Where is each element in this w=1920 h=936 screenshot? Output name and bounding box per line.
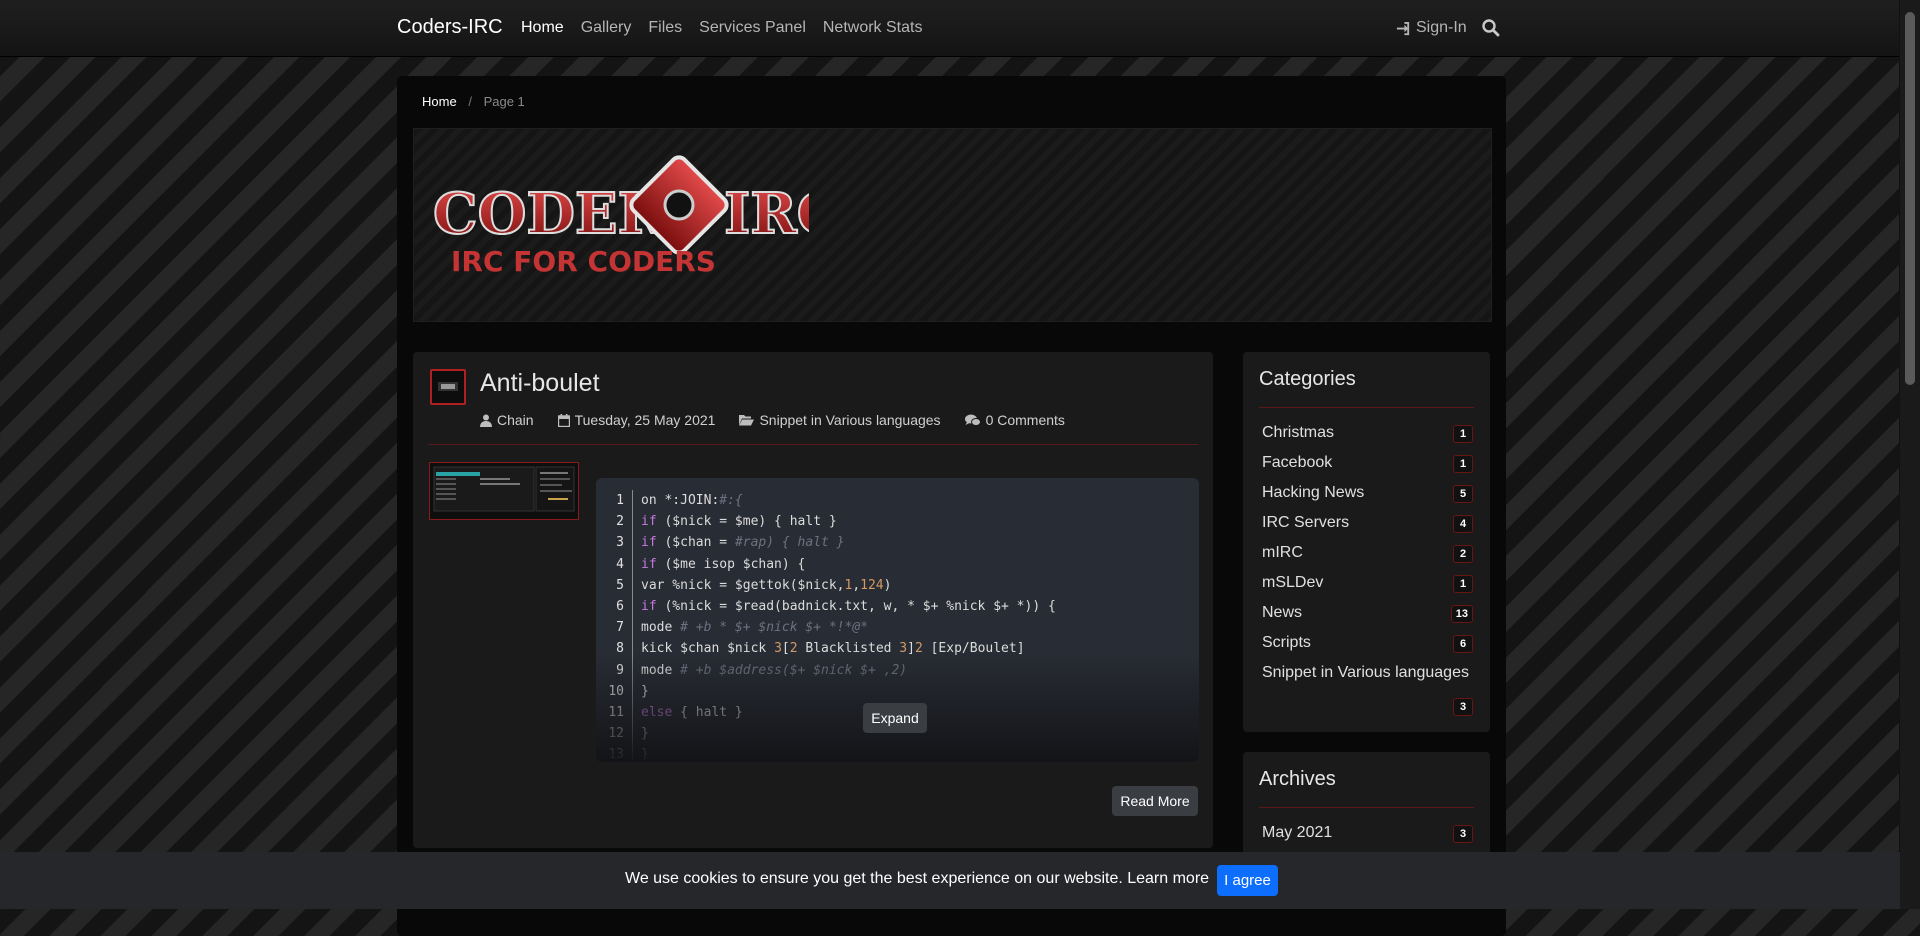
post-author[interactable]: Chain — [480, 412, 534, 428]
archive-may-2021[interactable]: May 2021 3 — [1262, 824, 1473, 854]
categories-list: Christmas 1 Facebook 1 Hacking News 5 IRC S… — [1262, 424, 1473, 716]
main-nav: Home Gallery Files Services Panel Networ… — [521, 19, 922, 37]
post-card: Anti-boulet Chain Tuesday, 25 May 2021 S… — [413, 352, 1213, 848]
categories-divider — [1259, 407, 1474, 408]
category-msldev[interactable]: mSLDev 1 — [1262, 574, 1473, 604]
post-meta: Chain Tuesday, 25 May 2021 Snippet in Va… — [480, 412, 1089, 428]
cookie-agree-button[interactable]: I agree — [1217, 865, 1278, 896]
user-icon — [480, 414, 492, 427]
post-thumbnail[interactable] — [429, 462, 579, 520]
calendar-icon — [557, 413, 570, 427]
sign-in-link[interactable]: Sign-In — [1396, 19, 1467, 37]
category-label: IRC Servers — [1262, 514, 1350, 531]
category-irc-servers[interactable]: IRC Servers 4 — [1262, 514, 1473, 544]
main-container: Home / Page 1 CODERS IRC IRC FOR CODERS — [397, 76, 1506, 936]
category-label: News — [1262, 604, 1303, 621]
category-mirc[interactable]: mIRC 2 — [1262, 544, 1473, 574]
archives-list: May 2021 3 — [1262, 824, 1473, 854]
nav-gallery[interactable]: Gallery — [581, 19, 632, 37]
breadcrumb-home[interactable]: Home — [422, 94, 457, 109]
sign-in-label: Sign-In — [1416, 19, 1467, 36]
sign-in-icon — [1396, 21, 1410, 35]
category-count-badge: 2 — [1453, 545, 1473, 563]
read-more-button[interactable]: Read More — [1112, 786, 1198, 816]
category-news[interactable]: News 13 — [1262, 604, 1473, 634]
category-count-badge: 3 — [1453, 698, 1473, 716]
cookie-consent-bar: We use cookies to ensure you get the bes… — [0, 852, 1900, 909]
avatar-image — [432, 371, 464, 403]
category-count-badge: 1 — [1453, 425, 1473, 443]
svg-text:IRC FOR CODERS: IRC FOR CODERS — [451, 245, 716, 278]
page-scrollbar[interactable] — [1899, 0, 1920, 909]
breadcrumb: Home / Page 1 — [422, 94, 525, 109]
category-count-badge: 4 — [1453, 515, 1473, 533]
archive-label: May 2021 — [1262, 824, 1333, 841]
comments-icon — [964, 414, 981, 426]
post-title[interactable]: Anti-boulet — [480, 369, 600, 398]
post-category[interactable]: Snippet in Various languages — [739, 412, 941, 428]
category-label: Facebook — [1262, 454, 1333, 471]
author-avatar[interactable] — [430, 369, 466, 405]
nav-network-stats[interactable]: Network Stats — [823, 19, 923, 37]
search-icon[interactable] — [1481, 18, 1501, 38]
post-author-name: Chain — [497, 412, 534, 428]
category-snippet-in-various-languages[interactable]: Snippet in Various languages 3 — [1262, 664, 1473, 716]
categories-card: Categories Christmas 1 Facebook 1 Hacking … — [1243, 352, 1490, 732]
cookie-text: We use cookies to ensure you get the bes… — [625, 870, 1123, 887]
thumbnail-image — [430, 463, 578, 519]
archive-count-badge: 3 — [1453, 825, 1473, 843]
scrollbar-thumb[interactable] — [1905, 12, 1915, 385]
cookie-learn-more-link[interactable]: Learn more — [1127, 870, 1209, 887]
folder-open-icon — [739, 415, 755, 426]
coders-irc-logo[interactable]: CODERS IRC IRC FOR CODERS — [429, 151, 809, 291]
post-category-label: Snippet in Various languages — [759, 412, 941, 428]
category-label: mSLDev — [1262, 574, 1324, 591]
archives-divider — [1259, 807, 1474, 808]
post-date-text: Tuesday, 25 May 2021 — [574, 412, 716, 428]
top-navbar: Coders-IRC Home Gallery Files Services P… — [0, 0, 1900, 57]
archives-title: Archives — [1259, 768, 1336, 790]
category-label: mIRC — [1262, 544, 1303, 561]
category-facebook[interactable]: Facebook 1 — [1262, 454, 1473, 484]
category-label: Christmas — [1262, 424, 1335, 441]
category-count-badge: 6 — [1453, 635, 1473, 653]
svg-text:CODERS IRC: CODERS IRC — [433, 181, 809, 247]
site-brand[interactable]: Coders-IRC — [397, 16, 503, 39]
breadcrumb-current: Page 1 — [483, 94, 525, 109]
categories-title: Categories — [1259, 368, 1356, 390]
category-count-badge: 1 — [1453, 575, 1473, 593]
category-count-badge: 1 — [1453, 455, 1473, 473]
post-comments-count: 0 Comments — [985, 412, 1065, 428]
category-count-badge: 5 — [1453, 485, 1473, 503]
breadcrumb-separator: / — [468, 94, 472, 109]
code-snippet[interactable]: 1 on *:JOIN:#:{ 2 if ($nick = $me) { halt … — [596, 478, 1199, 762]
category-label: Snippet in Various languages — [1262, 664, 1469, 681]
cookie-message: We use cookies to ensure you get the bes… — [625, 870, 1209, 888]
post-comments[interactable]: 0 Comments — [964, 412, 1065, 428]
category-christmas[interactable]: Christmas 1 — [1262, 424, 1473, 454]
expand-button[interactable]: Expand — [863, 703, 927, 733]
post-date: Tuesday, 25 May 2021 — [557, 412, 716, 428]
post-divider — [428, 444, 1198, 445]
nav-services-panel[interactable]: Services Panel — [699, 19, 806, 37]
category-scripts[interactable]: Scripts 6 — [1262, 634, 1473, 664]
category-label: Hacking News — [1262, 484, 1365, 501]
category-hacking-news[interactable]: Hacking News 5 — [1262, 484, 1473, 514]
nav-files[interactable]: Files — [648, 19, 682, 37]
category-count-badge: 13 — [1450, 605, 1473, 623]
category-label: Scripts — [1262, 634, 1311, 651]
nav-home[interactable]: Home — [521, 19, 564, 37]
site-banner: CODERS IRC IRC FOR CODERS — [413, 128, 1492, 322]
